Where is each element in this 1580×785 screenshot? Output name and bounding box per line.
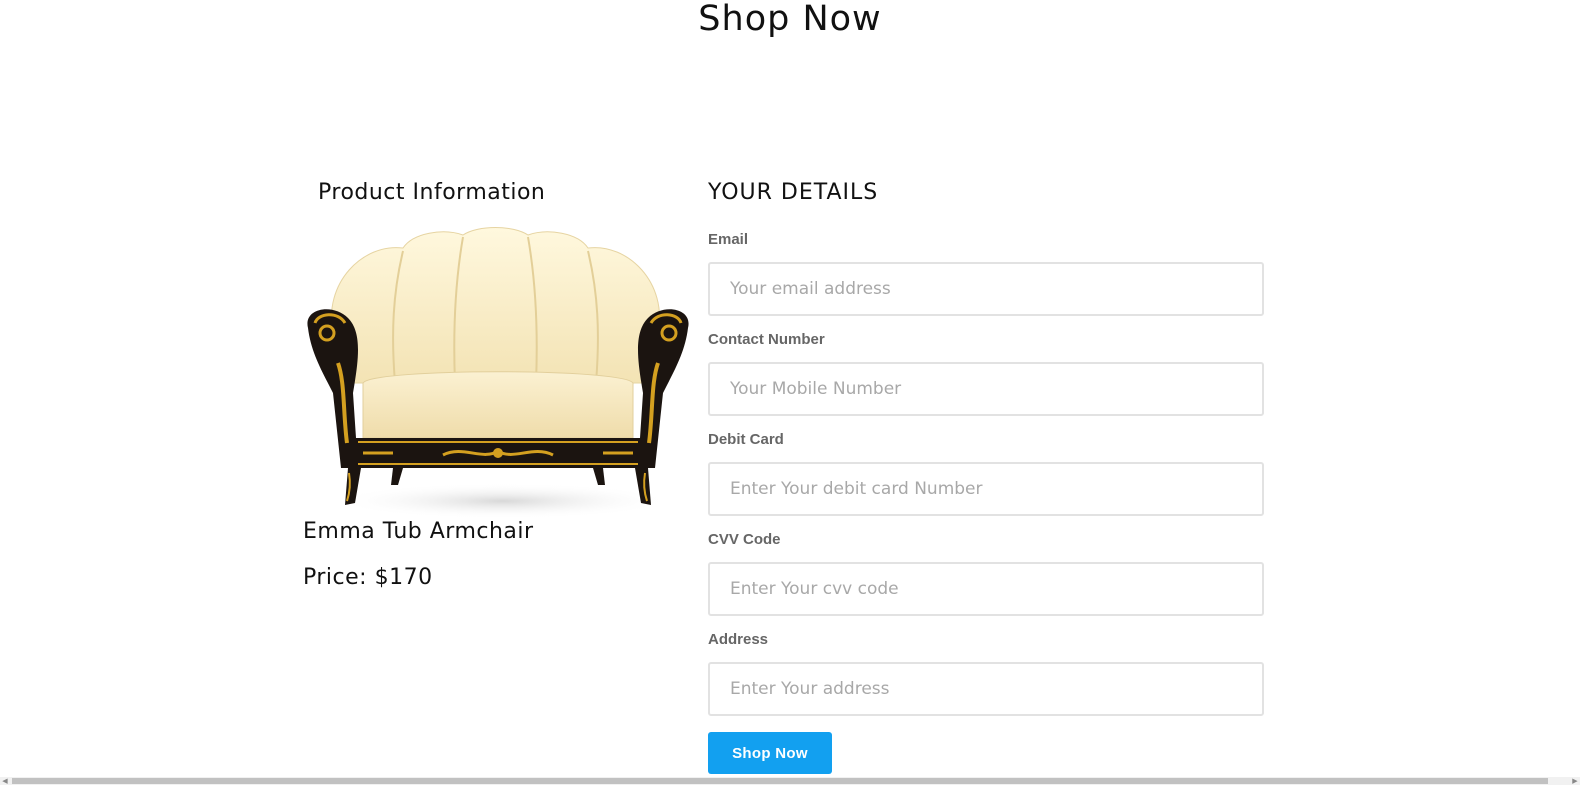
page-title: Shop Now [698,0,882,39]
contact-number-field-group: Contact Number [708,330,1264,416]
scroll-left-icon[interactable]: ◀ [0,777,10,785]
product-price: Price: $170 [303,565,433,590]
checkout-page: Shop Now Product Information Emma Tub Ar… [0,0,1580,785]
address-input[interactable] [708,662,1264,716]
address-label: Address [708,631,769,648]
product-information-heading: Product Information [318,180,546,205]
email-input[interactable] [708,262,1264,316]
debit-card-input[interactable] [708,462,1264,516]
email-field-group: Email [708,230,1264,316]
email-label: Email [708,231,749,248]
your-details-heading: YOUR DETAILS [708,180,879,205]
horizontal-scrollbar[interactable]: ◀ ▶ [0,777,1580,785]
shop-now-button[interactable]: Shop Now [708,732,832,774]
contact-number-input[interactable] [708,362,1264,416]
debit-card-label: Debit Card [708,431,784,448]
address-field-group: Address [708,630,1264,716]
scrollbar-thumb[interactable] [12,778,1548,784]
cvv-code-label: CVV Code [708,531,781,548]
your-details-form: YOUR DETAILS Email Contact Number Debit … [708,175,1264,774]
cvv-code-input[interactable] [708,562,1264,616]
product-name: Emma Tub Armchair [303,519,534,544]
debit-card-field-group: Debit Card [708,430,1264,516]
cvv-code-field-group: CVV Code [708,530,1264,616]
product-information-panel: Product Information Emma Tub Armchair Pr… [303,175,693,590]
scroll-right-icon[interactable]: ▶ [1570,777,1580,785]
armchair-image [307,227,689,519]
contact-number-label: Contact Number [708,331,825,348]
